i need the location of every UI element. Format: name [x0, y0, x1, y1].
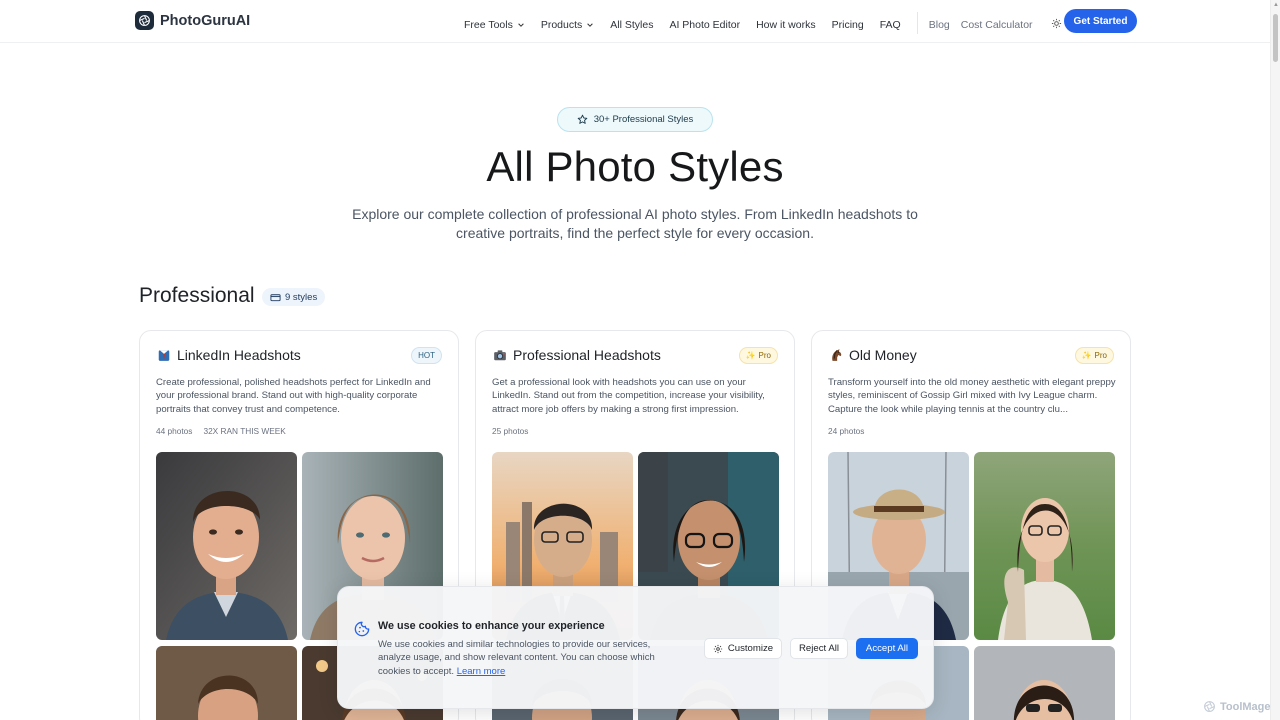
watermark-logo-icon	[1204, 701, 1215, 712]
page-subtitle: Explore our complete collection of profe…	[352, 206, 918, 241]
watermark-label: ToolMage	[1220, 700, 1271, 713]
scroll-up-arrow-icon[interactable]: ▲	[1273, 2, 1279, 8]
theme-toggle-sun-icon[interactable]	[1051, 18, 1062, 32]
sample-photo[interactable]	[156, 646, 297, 720]
nav-free-tools[interactable]: Free Tools	[464, 19, 525, 31]
card-title: LinkedIn Headshots	[177, 347, 301, 363]
card-header: Professional Headshots	[492, 347, 661, 363]
brand-logo-icon	[135, 11, 154, 30]
chevron-down-icon	[587, 23, 594, 27]
nav-divider	[916, 12, 918, 34]
sample-photo[interactable]	[156, 452, 297, 640]
nav-products[interactable]: Products	[541, 19, 594, 31]
gear-icon	[713, 644, 722, 653]
reject-all-button[interactable]: Reject All	[790, 638, 848, 659]
nav-ai-photo-editor[interactable]: AI Photo Editor	[669, 19, 740, 31]
camera-icon	[492, 348, 507, 363]
accept-all-button[interactable]: Accept All	[856, 638, 918, 659]
card-description: Transform yourself into the old money ae…	[828, 377, 1116, 415]
pro-badge-label: Pro	[1094, 351, 1107, 360]
photo-count: 24 photos	[828, 426, 865, 436]
star-icon	[577, 114, 588, 124]
card-title: Old Money	[849, 347, 917, 363]
sparkles-icon: ✨	[1081, 351, 1092, 360]
horse-icon	[828, 348, 843, 363]
customize-button[interactable]: Customize	[704, 638, 782, 659]
nav-pricing[interactable]: Pricing	[832, 19, 864, 31]
pro-badge: ✨ Pro	[738, 347, 778, 364]
chevron-down-icon	[518, 23, 524, 27]
get-started-button[interactable]: Get Started	[1064, 9, 1137, 33]
nav-free-tools-label: Free Tools	[464, 19, 513, 31]
hot-badge: HOT	[411, 347, 442, 364]
pro-badge: ✨ Pro	[1074, 347, 1114, 364]
nav-all-styles[interactable]: All Styles	[610, 19, 653, 31]
styles-count-badge-label: 30+ Professional Styles	[593, 114, 694, 125]
cookie-icon	[354, 621, 370, 642]
page-scrollbar[interactable]: ▲	[1270, 0, 1280, 720]
card-meta: 25 photos	[492, 426, 528, 436]
nav-how-it-works[interactable]: How it works	[756, 19, 816, 31]
card-title: Professional Headshots	[513, 347, 661, 363]
card-description: Get a professional look with headshots y…	[492, 377, 765, 415]
brand-name: PhotoGuruAI	[160, 12, 251, 29]
weekly-runs: 32X RAN THIS WEEK	[203, 426, 286, 436]
watermark: ToolMage	[1203, 700, 1271, 713]
nav-products-label: Products	[540, 19, 583, 31]
styles-count-badge: 30+ Professional Styles	[557, 107, 713, 132]
sample-photo[interactable]	[974, 452, 1115, 640]
sample-photo[interactable]	[974, 646, 1115, 720]
section-style-count-label: 9 styles	[285, 291, 318, 303]
scrollbar-thumb[interactable]	[1273, 14, 1278, 62]
card-header: LinkedIn Headshots	[156, 347, 301, 363]
card-stack-icon	[270, 293, 281, 301]
card-header: Old Money	[828, 347, 917, 363]
card-meta: 24 photos	[828, 426, 864, 436]
sparkles-icon: ✨	[745, 351, 756, 360]
pro-badge-label: Pro	[758, 351, 771, 360]
page-title: All Photo Styles	[486, 143, 784, 190]
nav-faq[interactable]: FAQ	[880, 19, 901, 31]
photo-count: 44 photos	[156, 426, 193, 436]
section-title-professional: Professional	[139, 284, 255, 307]
cookie-text-body: We use cookies and similar technologies …	[378, 639, 655, 677]
top-navbar: PhotoGuruAI Free Tools Products All Styl…	[0, 0, 1270, 43]
card-meta: 44 photos 32X RAN THIS WEEK	[156, 426, 286, 436]
photo-count: 25 photos	[492, 426, 529, 436]
cookie-title: We use cookies to enhance your experienc…	[378, 620, 605, 632]
nav-blog[interactable]: Blog	[929, 19, 950, 31]
cookie-consent-banner: We use cookies to enhance your experienc…	[337, 586, 934, 709]
card-description: Create professional, polished headshots …	[156, 377, 431, 415]
customize-button-label: Customize	[727, 643, 774, 654]
brand[interactable]: PhotoGuruAI	[135, 11, 250, 30]
necktie-icon	[156, 348, 171, 363]
section-style-count: 9 styles	[262, 288, 326, 306]
nav-cost-calculator[interactable]: Cost Calculator	[961, 19, 1033, 31]
nav-links: Free Tools Products All Styles AI Photo …	[464, 12, 1062, 36]
learn-more-link[interactable]: Learn more	[457, 666, 506, 677]
cookie-text: We use cookies and similar technologies …	[378, 638, 678, 678]
